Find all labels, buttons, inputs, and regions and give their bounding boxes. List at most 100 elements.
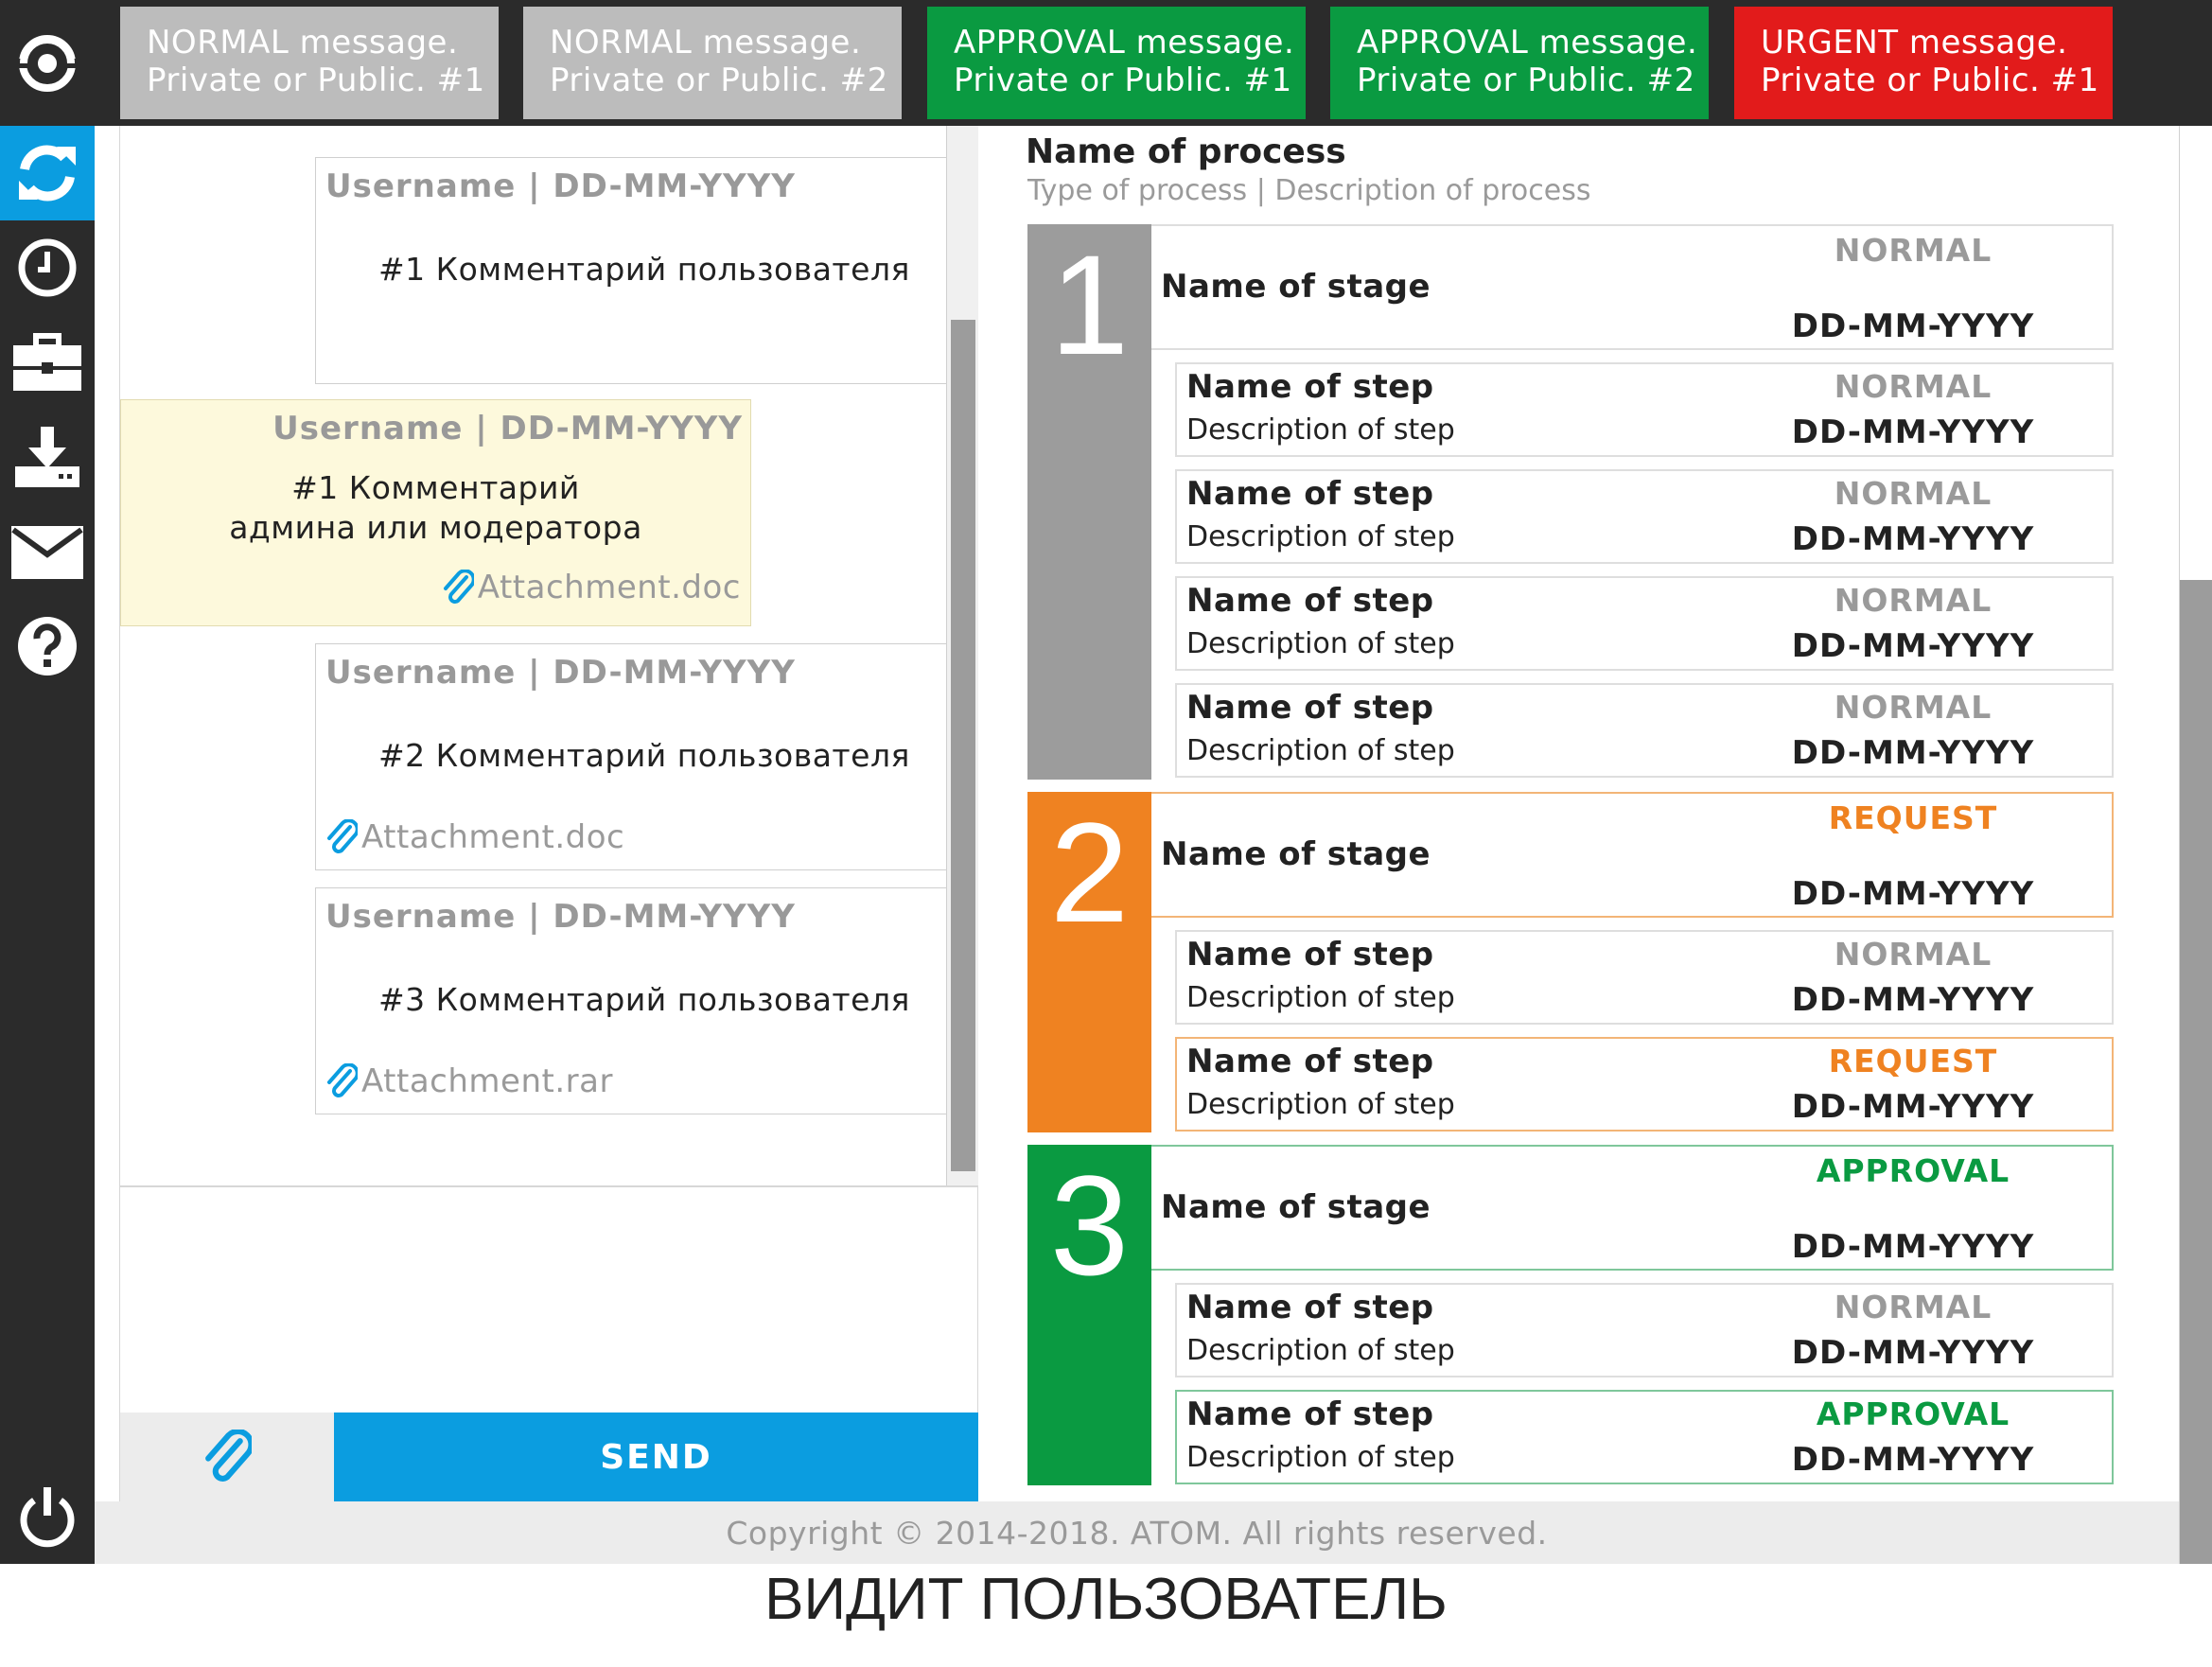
sidebar-item-refresh[interactable] — [0, 126, 95, 220]
attachment-name: Attachment.doc — [477, 569, 741, 606]
process-scrollbar[interactable] — [2179, 126, 2212, 1564]
step-description: Description of step — [1186, 520, 1455, 553]
help-icon — [18, 617, 77, 676]
step-name: Name of step — [1186, 1043, 1434, 1080]
app-logo-icon[interactable] — [0, 0, 95, 126]
message-subtitle: Private or Public. #2 — [1357, 61, 1695, 99]
paperclip-icon — [327, 1063, 358, 1097]
step-name: Name of step — [1186, 936, 1434, 974]
scrollbar-thumb[interactable] — [951, 320, 975, 1171]
download-icon — [15, 427, 79, 487]
comment-text-line: админа или модератора — [229, 509, 642, 546]
comment-text-line: #1 Комментарий — [291, 469, 580, 506]
message-normal-1[interactable]: NORMAL message. Private or Public. #1 — [120, 7, 499, 119]
step-card[interactable]: Name of step Description of step NORMAL … — [1175, 1283, 2114, 1377]
paperclip-icon — [443, 570, 474, 604]
step-date: DD-MM-YYYY — [1791, 734, 2035, 772]
paperclip-icon — [327, 819, 358, 853]
step-name: Name of step — [1186, 1395, 1434, 1433]
message-subtitle: Private or Public. #1 — [1761, 61, 2099, 99]
attachment-link[interactable]: Attachment.doc — [325, 818, 624, 856]
power-icon — [20, 1487, 75, 1548]
step-name: Name of step — [1186, 582, 1434, 620]
step-description: Description of step — [1186, 1088, 1455, 1121]
step-card[interactable]: Name of step Description of step NORMAL … — [1175, 683, 2114, 778]
sidebar-item-mail[interactable] — [0, 504, 95, 599]
stage-date: DD-MM-YYYY — [1791, 307, 2035, 345]
sidebar-item-history[interactable] — [0, 220, 95, 315]
mail-icon — [11, 526, 83, 579]
comment-text: #1 Комментарий пользователя — [378, 251, 910, 288]
sidebar-item-portfolio[interactable] — [0, 315, 95, 410]
message-approval-1[interactable]: APPROVAL message. Private or Public. #1 — [927, 7, 1306, 119]
status-badge: APPROVAL — [1816, 1395, 2010, 1432]
admin-comment-card: Username | DD-MM-YYYY #1 Комментарий адм… — [120, 399, 751, 626]
step-date: DD-MM-YYYY — [1791, 627, 2035, 665]
message-title: NORMAL message. — [550, 24, 862, 61]
sidebar — [0, 126, 95, 1564]
step-date: DD-MM-YYYY — [1791, 1441, 2035, 1479]
status-badge: NORMAL — [1834, 936, 1993, 973]
process-subtitle: Type of process | Description of process — [1027, 174, 1591, 207]
sidebar-item-download[interactable] — [0, 410, 95, 504]
step-card[interactable]: Name of step Description of step APPROVA… — [1175, 1390, 2114, 1484]
step-description: Description of step — [1186, 1441, 1455, 1474]
step-date: DD-MM-YYYY — [1791, 1088, 2035, 1126]
stage-header[interactable]: Name of stage REQUEST DD-MM-YYYY — [1151, 792, 2114, 918]
stage-name: Name of stage — [1161, 268, 1431, 306]
comments-scrollbar[interactable] — [946, 126, 978, 1187]
step-card[interactable]: Name of step Description of step NORMAL … — [1175, 576, 2114, 671]
step-name: Name of step — [1186, 475, 1434, 513]
stage-date: DD-MM-YYYY — [1791, 875, 2035, 913]
message-subtitle: Private or Public. #1 — [147, 61, 485, 99]
stage-date: DD-MM-YYYY — [1791, 1228, 2035, 1266]
message-normal-2[interactable]: NORMAL message. Private or Public. #2 — [523, 7, 902, 119]
status-badge: REQUEST — [1828, 1043, 1998, 1079]
message-title: APPROVAL message. — [954, 24, 1295, 61]
attachment-link[interactable]: Attachment.rar — [325, 1062, 613, 1100]
attachment-name: Attachment.rar — [361, 1062, 613, 1100]
comment-header: Username | DD-MM-YYYY — [272, 410, 743, 447]
status-badge: NORMAL — [1834, 1289, 1993, 1325]
message-subtitle: Private or Public. #1 — [954, 61, 1292, 99]
step-card[interactable]: Name of step Description of step NORMAL … — [1175, 930, 2114, 1025]
sidebar-item-logout[interactable] — [0, 1469, 95, 1564]
step-description: Description of step — [1186, 981, 1455, 1014]
status-badge: APPROVAL — [1816, 1152, 2010, 1189]
attach-button[interactable] — [119, 1413, 334, 1501]
comment-card: Username | DD-MM-YYYY #2 Комментарий пол… — [315, 643, 949, 870]
message-approval-2[interactable]: APPROVAL message. Private or Public. #2 — [1330, 7, 1709, 119]
stage-number: 3 — [1027, 1145, 1151, 1485]
stage-number: 1 — [1027, 224, 1151, 780]
copyright-footer: Copyright © 2014-2018. ATOM. All rights … — [95, 1501, 2179, 1564]
message-input[interactable] — [119, 1187, 978, 1413]
comment-card: Username | DD-MM-YYYY #3 Комментарий пол… — [315, 887, 949, 1114]
status-badge: NORMAL — [1834, 582, 1993, 619]
status-badge: NORMAL — [1834, 689, 1993, 726]
message-subtitle: Private or Public. #2 — [550, 61, 888, 99]
comment-card: Username | DD-MM-YYYY #1 Комментарий пол… — [315, 157, 949, 384]
step-card[interactable]: Name of step Description of step REQUEST… — [1175, 1037, 2114, 1132]
attachment-link[interactable]: Attachment.doc — [442, 569, 741, 606]
sidebar-item-help[interactable] — [0, 599, 95, 693]
step-date: DD-MM-YYYY — [1791, 1334, 2035, 1372]
step-card[interactable]: Name of step Description of step NORMAL … — [1175, 362, 2114, 457]
stage-header[interactable]: Name of stage APPROVAL DD-MM-YYYY — [1151, 1145, 2114, 1271]
stage-name: Name of stage — [1161, 835, 1431, 873]
comment-header: Username | DD-MM-YYYY — [325, 654, 796, 692]
send-button[interactable]: SEND — [334, 1413, 978, 1501]
status-badge: NORMAL — [1834, 475, 1993, 512]
step-card[interactable]: Name of step Description of step NORMAL … — [1175, 469, 2114, 564]
stage-number: 2 — [1027, 792, 1151, 1132]
briefcase-icon — [13, 333, 81, 391]
top-bar: NORMAL message. Private or Public. #1 NO… — [0, 0, 2212, 126]
step-description: Description of step — [1186, 413, 1455, 447]
step-date: DD-MM-YYYY — [1791, 413, 2035, 451]
stage-header[interactable]: Name of stage NORMAL DD-MM-YYYY — [1151, 224, 2114, 350]
status-badge: NORMAL — [1834, 232, 1993, 269]
attachment-name: Attachment.doc — [361, 818, 625, 856]
scrollbar-thumb[interactable] — [2180, 580, 2212, 1564]
message-urgent-1[interactable]: URGENT message. Private or Public. #1 — [1734, 7, 2113, 119]
comment-text: #3 Комментарий пользователя — [378, 981, 910, 1018]
step-date: DD-MM-YYYY — [1791, 520, 2035, 558]
